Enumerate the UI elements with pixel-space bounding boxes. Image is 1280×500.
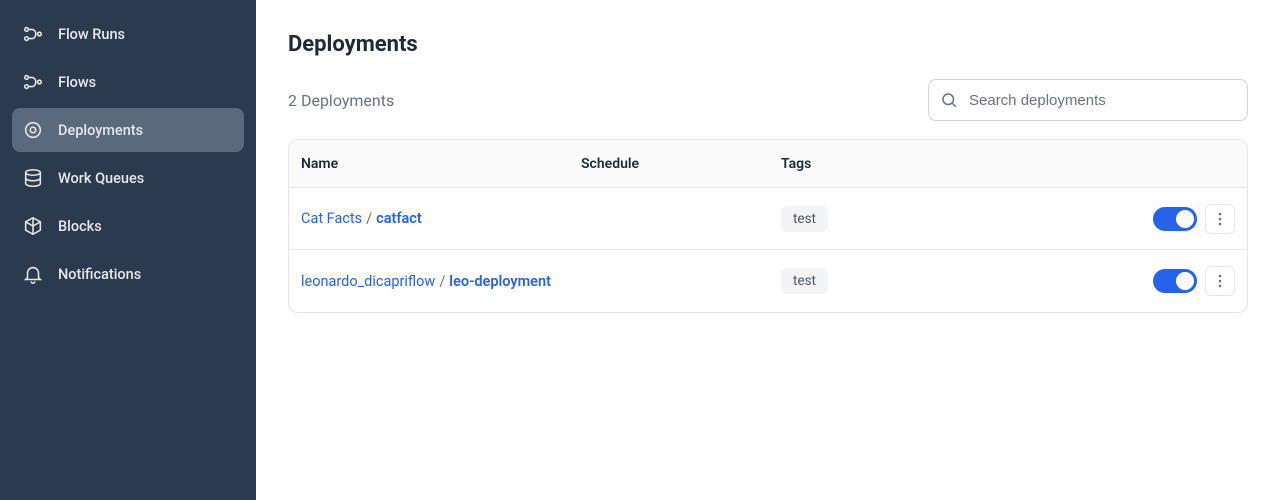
tag-badge: test (781, 268, 828, 294)
main-content: Deployments 2 Deployments Name Schedule … (256, 0, 1280, 500)
search-input[interactable] (928, 79, 1248, 121)
more-actions-button[interactable] (1205, 266, 1235, 296)
table-row: leonardo_dicapriflow/leo-deployment test (289, 250, 1247, 312)
column-header-name: Name (301, 156, 581, 172)
tag-badge: test (781, 206, 828, 232)
separator: / (435, 273, 449, 290)
sidebar-item-label: Work Queues (58, 170, 144, 187)
notifications-icon (22, 263, 44, 285)
deployment-link[interactable]: leo-deployment (449, 273, 551, 290)
sidebar-item-label: Notifications (58, 266, 141, 283)
work-queues-icon (22, 167, 44, 189)
name-cell: Cat Facts/catfact (301, 210, 581, 227)
sidebar-item-blocks[interactable]: Blocks (12, 204, 244, 248)
sidebar-item-label: Flow Runs (58, 26, 125, 43)
name-cell: leonardo_dicapriflow/leo-deployment (301, 273, 581, 290)
flows-icon (22, 71, 44, 93)
sidebar-item-label: Flows (58, 74, 96, 91)
sidebar-item-deployments[interactable]: Deployments (12, 108, 244, 152)
page-title: Deployments (288, 32, 1248, 57)
sidebar-item-work-queues[interactable]: Work Queues (12, 156, 244, 200)
deployments-table: Name Schedule Tags Cat Facts/catfact tes… (288, 139, 1248, 313)
actions-cell (1115, 204, 1235, 234)
enable-toggle[interactable] (1153, 207, 1197, 231)
more-actions-button[interactable] (1205, 204, 1235, 234)
column-header-tags: Tags (781, 156, 1115, 172)
tags-cell: test (781, 206, 1115, 232)
flow-runs-icon (22, 23, 44, 45)
deployment-count: 2 Deployments (288, 91, 394, 110)
sidebar: Flow Runs Flows Deployments Work Queues … (0, 0, 256, 500)
flow-link[interactable]: leonardo_dicapriflow (301, 273, 435, 290)
sidebar-item-flows[interactable]: Flows (12, 60, 244, 104)
sidebar-item-notifications[interactable]: Notifications (12, 252, 244, 296)
sidebar-item-label: Deployments (58, 122, 143, 139)
table-row: Cat Facts/catfact test (289, 188, 1247, 250)
column-header-schedule: Schedule (581, 156, 781, 172)
deployments-icon (22, 119, 44, 141)
enable-toggle[interactable] (1153, 269, 1197, 293)
deployment-link[interactable]: catfact (376, 210, 422, 227)
tags-cell: test (781, 268, 1115, 294)
search-icon (940, 91, 958, 109)
sidebar-item-label: Blocks (58, 218, 102, 235)
sidebar-item-flow-runs[interactable]: Flow Runs (12, 12, 244, 56)
blocks-icon (22, 215, 44, 237)
toolbar: 2 Deployments (288, 79, 1248, 121)
separator: / (362, 210, 376, 227)
table-header: Name Schedule Tags (289, 140, 1247, 188)
actions-cell (1115, 266, 1235, 296)
search-container (928, 79, 1248, 121)
flow-link[interactable]: Cat Facts (301, 210, 362, 227)
